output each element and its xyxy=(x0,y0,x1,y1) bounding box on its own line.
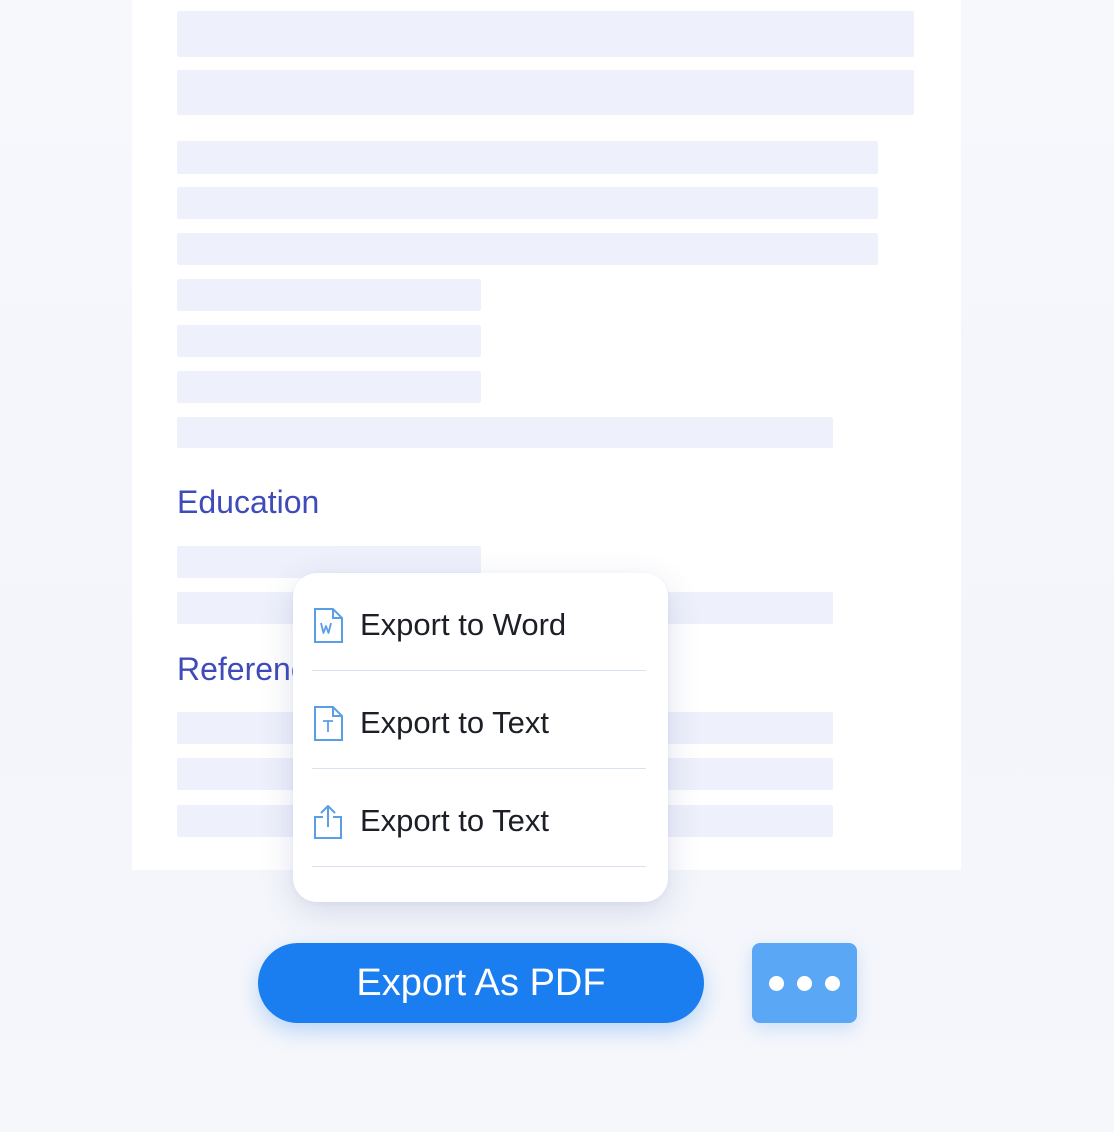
export-as-pdf-button[interactable]: Export As PDF xyxy=(258,943,704,1023)
text-placeholder-line xyxy=(177,279,481,311)
text-placeholder-line xyxy=(177,371,481,403)
export-to-text-label: Export to Text xyxy=(360,705,549,740)
section-heading-references: References xyxy=(177,653,293,685)
share-upload-icon xyxy=(312,803,344,841)
text-placeholder-line xyxy=(177,187,878,219)
text-placeholder-line xyxy=(177,325,481,357)
text-placeholder-line xyxy=(177,141,878,174)
export-menu: Export to Word Export to Text Export to … xyxy=(293,573,668,902)
word-document-icon xyxy=(312,607,344,645)
menu-divider xyxy=(312,866,646,867)
export-to-word-item[interactable]: Export to Word xyxy=(312,573,646,671)
export-share-item[interactable]: Export to Text xyxy=(312,769,646,867)
more-horizontal-icon xyxy=(797,976,812,991)
text-placeholder-line xyxy=(177,233,878,265)
text-document-icon xyxy=(312,705,344,743)
export-to-text-item[interactable]: Export to Text xyxy=(312,671,646,769)
more-horizontal-icon xyxy=(825,976,840,991)
export-to-word-label: Export to Word xyxy=(360,607,567,642)
text-placeholder-line xyxy=(177,417,833,448)
more-options-button[interactable] xyxy=(752,943,857,1023)
more-horizontal-icon xyxy=(769,976,784,991)
text-placeholder-line xyxy=(177,11,914,57)
export-share-label: Export to Text xyxy=(360,803,549,838)
text-placeholder-line xyxy=(177,70,914,115)
section-heading-education: Education xyxy=(177,484,320,520)
